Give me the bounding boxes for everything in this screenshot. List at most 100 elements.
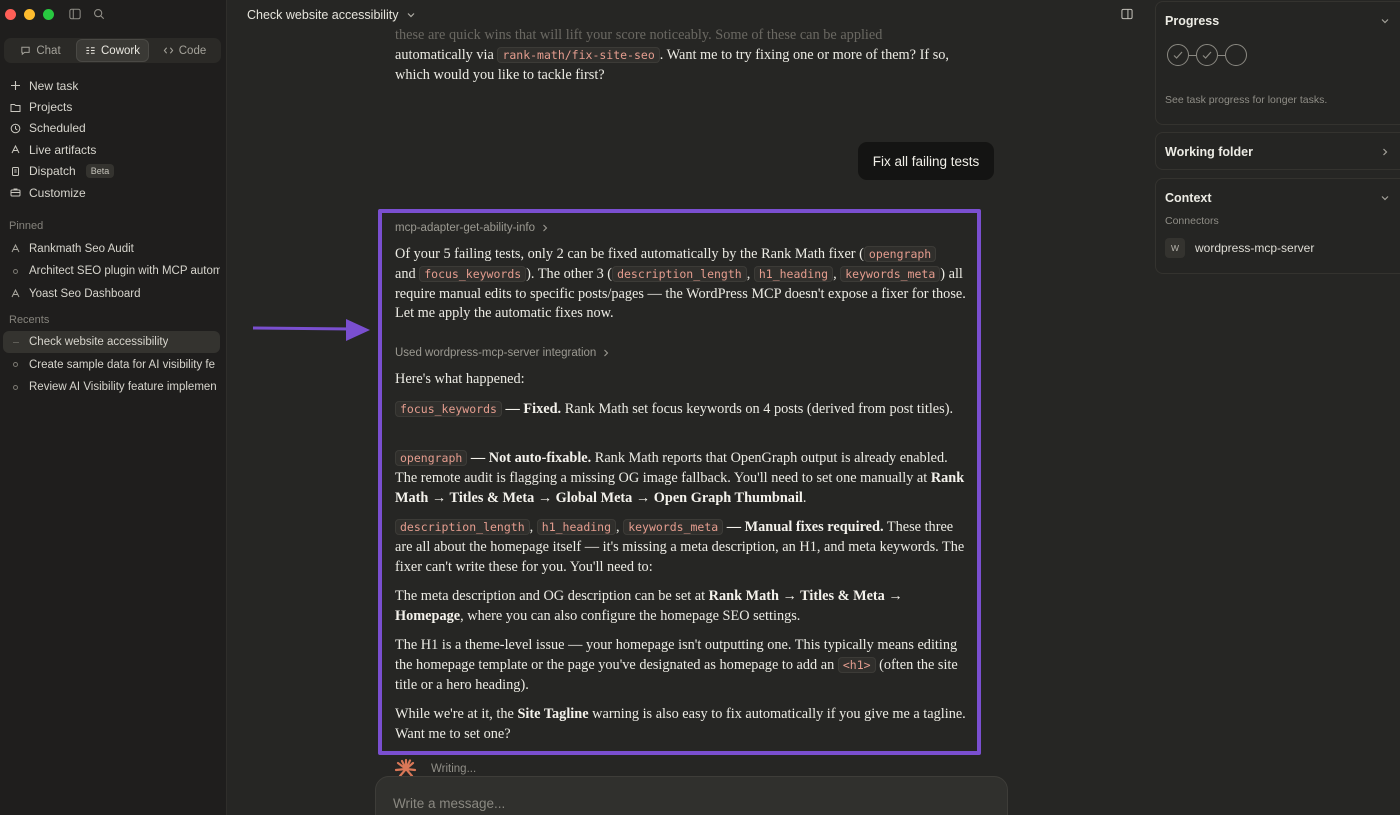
working-folder-title: Working folder <box>1165 145 1253 159</box>
result-manual-fixes: description_length, h1_heading, keywords… <box>395 518 970 577</box>
text: and <box>395 265 416 282</box>
progress-title: Progress <box>1165 14 1220 28</box>
working-folder-card[interactable]: Working folder <box>1155 132 1400 170</box>
connectors-label: Connectors <box>1165 215 1219 227</box>
inline-code: focus_keywords <box>419 265 527 282</box>
recent-item-label: Check website accessibility <box>29 336 169 349</box>
result-meta-description: The meta description and OG description … <box>395 587 970 627</box>
bold-text: Site Tagline <box>517 706 589 722</box>
working-folder-header[interactable]: Working folder <box>1156 133 1400 171</box>
nav-new-task[interactable]: New task <box>0 75 227 96</box>
window-controls <box>5 9 54 20</box>
chevron-down-icon <box>1381 19 1389 24</box>
recent-item-review-ai-visibility[interactable]: Review AI Visibility feature implemen <box>0 376 220 399</box>
beta-badge: Beta <box>85 164 115 179</box>
progress-card-header[interactable]: Progress <box>1156 2 1400 40</box>
sidebar-top-icons <box>69 8 107 22</box>
recent-item-check-website-accessibility[interactable]: ··· Check website accessibility <box>3 330 220 354</box>
pinned-item-architect-seo-plugin[interactable]: Architect SEO plugin with MCP autom <box>0 260 220 283</box>
text: , <box>746 265 751 282</box>
progress-hint: See task progress for longer tasks. <box>1165 94 1328 106</box>
context-header[interactable]: Context <box>1156 179 1400 217</box>
recent-item-create-sample-data[interactable]: Create sample data for AI visibility fe <box>0 353 220 376</box>
bold-text: — Manual fixes required. <box>726 519 884 535</box>
heres-what-happened: Here's what happened: <box>395 371 525 387</box>
nav-live-artifacts[interactable]: Live artifacts <box>0 139 227 160</box>
artifacts-icon <box>10 288 21 299</box>
clock-icon <box>10 123 21 134</box>
mode-code-button[interactable]: Code <box>149 39 220 62</box>
pinned-item-yoast-seo-dashboard[interactable]: Yoast Seo Dashboard <box>0 282 220 305</box>
minimize-window-button[interactable] <box>24 9 35 20</box>
chevron-right-icon <box>543 224 548 232</box>
step-pending-icon <box>1225 44 1247 66</box>
code-icon <box>163 47 174 54</box>
pinned-item-label: Rankmath Seo Audit <box>29 242 134 255</box>
close-window-button[interactable] <box>5 9 16 20</box>
inline-code: description_length <box>612 265 747 282</box>
tool-call-wordpress-integration[interactable]: Used wordpress-mcp-server integration <box>395 347 610 359</box>
artifacts-icon <box>11 145 20 154</box>
inline-code: opengraph <box>863 246 937 262</box>
inline-code: <h1> <box>837 656 876 673</box>
message-input[interactable] <box>393 796 953 811</box>
recent-item-label: Review AI Visibility feature implemen <box>29 381 217 394</box>
nav-live-artifacts-label: Live artifacts <box>29 142 97 157</box>
result-opengraph: opengraph — Not auto-fixable. Rank Math … <box>395 449 970 508</box>
nav-customize[interactable]: Customize <box>0 182 227 203</box>
message-composer <box>375 776 1008 815</box>
tool-call-label: Used wordpress-mcp-server integration <box>395 347 597 359</box>
mode-code-label: Code <box>178 44 207 57</box>
text: ). The other 3 ( <box>526 265 613 282</box>
mode-switcher: Chat Cowork Code <box>4 38 221 63</box>
mode-chat-button[interactable]: Chat <box>5 39 76 62</box>
sidebar-nav: New task Projects Scheduled Live artifac… <box>0 75 227 398</box>
conversation-title: Check website accessibility <box>247 8 399 22</box>
step-connector <box>1189 54 1196 56</box>
text: , <box>529 519 534 535</box>
annotation-arrow-icon <box>253 319 370 341</box>
search-icon[interactable] <box>93 8 107 22</box>
nav-scheduled-label: Scheduled <box>29 121 86 136</box>
nav-dispatch[interactable]: Dispatch Beta <box>0 161 227 182</box>
user-message-bubble: Fix all failing tests <box>858 142 994 180</box>
tool-call-ability-info[interactable]: mcp-adapter-get-ability-info <box>395 222 549 234</box>
nav-scheduled[interactable]: Scheduled <box>0 118 227 139</box>
chevron-right-icon <box>1383 148 1388 156</box>
conversation-title-dropdown[interactable]: Check website accessibility <box>247 8 416 22</box>
chat-bubble-icon <box>21 46 31 56</box>
inline-code: h1_heading <box>753 265 834 282</box>
circle-icon <box>10 384 21 390</box>
text: , where you can also configure the homep… <box>460 607 801 624</box>
mode-chat-label: Chat <box>36 44 61 57</box>
sidebar: Chat Cowork Code New task Projects Sched… <box>0 0 227 815</box>
inline-code: keywords_meta <box>840 265 941 282</box>
recents-section-label: Recents <box>9 313 50 326</box>
text: Of your 5 failing tests, only 2 can be f… <box>395 246 864 262</box>
chevron-down-icon <box>408 13 415 18</box>
circle-icon <box>10 362 21 368</box>
tool-call-label: mcp-adapter-get-ability-info <box>395 222 535 234</box>
faded-text-line: these are quick wins that will lift your… <box>395 27 883 43</box>
text: , <box>833 265 837 282</box>
connector-name: wordpress-mcp-server <box>1195 241 1315 255</box>
context-title: Context <box>1165 191 1212 205</box>
maximize-window-button[interactable] <box>43 9 54 20</box>
nav-projects[interactable]: Projects <box>0 96 227 117</box>
panel-toggle-icon[interactable] <box>1121 8 1134 21</box>
connector-wordpress-mcp-server[interactable]: W wordpress-mcp-server <box>1156 238 1400 258</box>
pinned-item-rankmath-seo-audit[interactable]: Rankmath Seo Audit <box>0 237 220 260</box>
step-connector <box>1218 54 1225 56</box>
result-focus-keywords: focus_keywords — Fixed. Rank Math set fo… <box>395 400 970 420</box>
result-h1-issue: The H1 is a theme-level issue — your hom… <box>395 636 970 695</box>
writing-status-label: Writing... <box>431 763 477 775</box>
inline-code: description_length <box>395 519 530 535</box>
text: , <box>616 519 620 535</box>
recent-item-label: Create sample data for AI visibility fe <box>29 358 215 371</box>
mode-cowork-label: Cowork <box>101 44 140 57</box>
briefcase-icon <box>10 188 21 197</box>
mode-cowork-button[interactable]: Cowork <box>76 39 149 62</box>
pinned-section-label: Pinned <box>9 220 44 233</box>
chevron-down-icon <box>1381 196 1389 201</box>
sidebar-toggle-icon[interactable] <box>69 8 83 22</box>
